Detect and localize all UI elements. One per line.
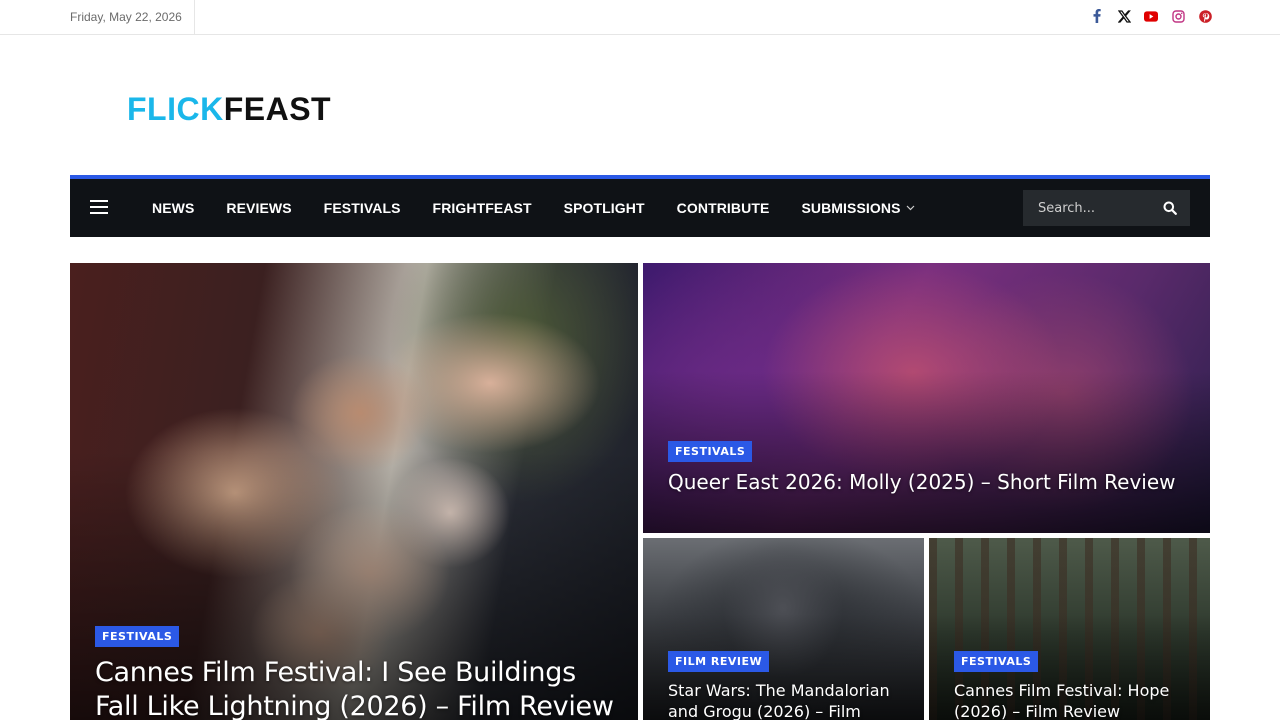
nav-item-reviews[interactable]: REVIEWS xyxy=(226,200,291,216)
top-bar: Friday, May 22, 2026 xyxy=(0,0,1280,35)
article-title[interactable]: Queer East 2026: Molly (2025) – Short Fi… xyxy=(668,469,1188,495)
featured-article-4[interactable]: FESTIVALS Cannes Film Festival: Hope (20… xyxy=(929,538,1210,720)
current-date: Friday, May 22, 2026 xyxy=(70,0,195,34)
menu-icon[interactable] xyxy=(90,200,108,215)
nav-item-frightfeast[interactable]: FRIGHTFEAST xyxy=(433,200,532,216)
nav-item-submissions-label: SUBMISSIONS xyxy=(801,200,901,216)
featured-article-3[interactable]: FILM REVIEW Star Wars: The Mandalorian a… xyxy=(643,538,924,720)
instagram-icon[interactable] xyxy=(1171,8,1185,24)
facebook-icon[interactable] xyxy=(1090,8,1104,24)
pinterest-icon[interactable] xyxy=(1198,8,1212,24)
nav-item-submissions[interactable]: SUBMISSIONS xyxy=(801,200,914,216)
x-icon[interactable] xyxy=(1117,8,1131,24)
social-links xyxy=(1090,8,1212,24)
search-input[interactable] xyxy=(1023,190,1153,226)
logo-part-feast: FEAST xyxy=(223,91,332,127)
category-badge[interactable]: FESTIVALS xyxy=(95,626,180,647)
article-title[interactable]: Star Wars: The Mandalorian and Grogu (20… xyxy=(668,680,918,720)
logo-part-flick: FLICK xyxy=(127,91,224,127)
nav-menu: NEWS REVIEWS FESTIVALS FRIGHTFEAST SPOTL… xyxy=(152,179,947,237)
youtube-icon[interactable] xyxy=(1144,8,1158,24)
featured-article-main[interactable]: FESTIVALS Cannes Film Festival: I See Bu… xyxy=(70,263,638,720)
search-icon[interactable] xyxy=(1163,201,1177,220)
nav-item-news[interactable]: NEWS xyxy=(152,200,194,216)
category-badge[interactable]: FESTIVALS xyxy=(954,651,1039,672)
search-box xyxy=(1023,190,1190,226)
main-navigation: NEWS REVIEWS FESTIVALS FRIGHTFEAST SPOTL… xyxy=(70,175,1210,237)
article-title[interactable]: Cannes Film Festival: I See Buildings Fa… xyxy=(95,656,615,720)
category-badge[interactable]: FESTIVALS xyxy=(668,441,753,462)
featured-article-2[interactable]: FESTIVALS Queer East 2026: Molly (2025) … xyxy=(643,263,1210,533)
nav-item-contribute[interactable]: CONTRIBUTE xyxy=(677,200,770,216)
site-logo[interactable]: FLICKFEAST xyxy=(127,89,331,129)
nav-item-spotlight[interactable]: SPOTLIGHT xyxy=(564,200,645,216)
article-title[interactable]: Cannes Film Festival: Hope (2026) – Film… xyxy=(954,680,1204,720)
nav-item-festivals[interactable]: FESTIVALS xyxy=(324,200,401,216)
chevron-down-icon xyxy=(906,205,915,211)
category-badge[interactable]: FILM REVIEW xyxy=(668,651,770,672)
